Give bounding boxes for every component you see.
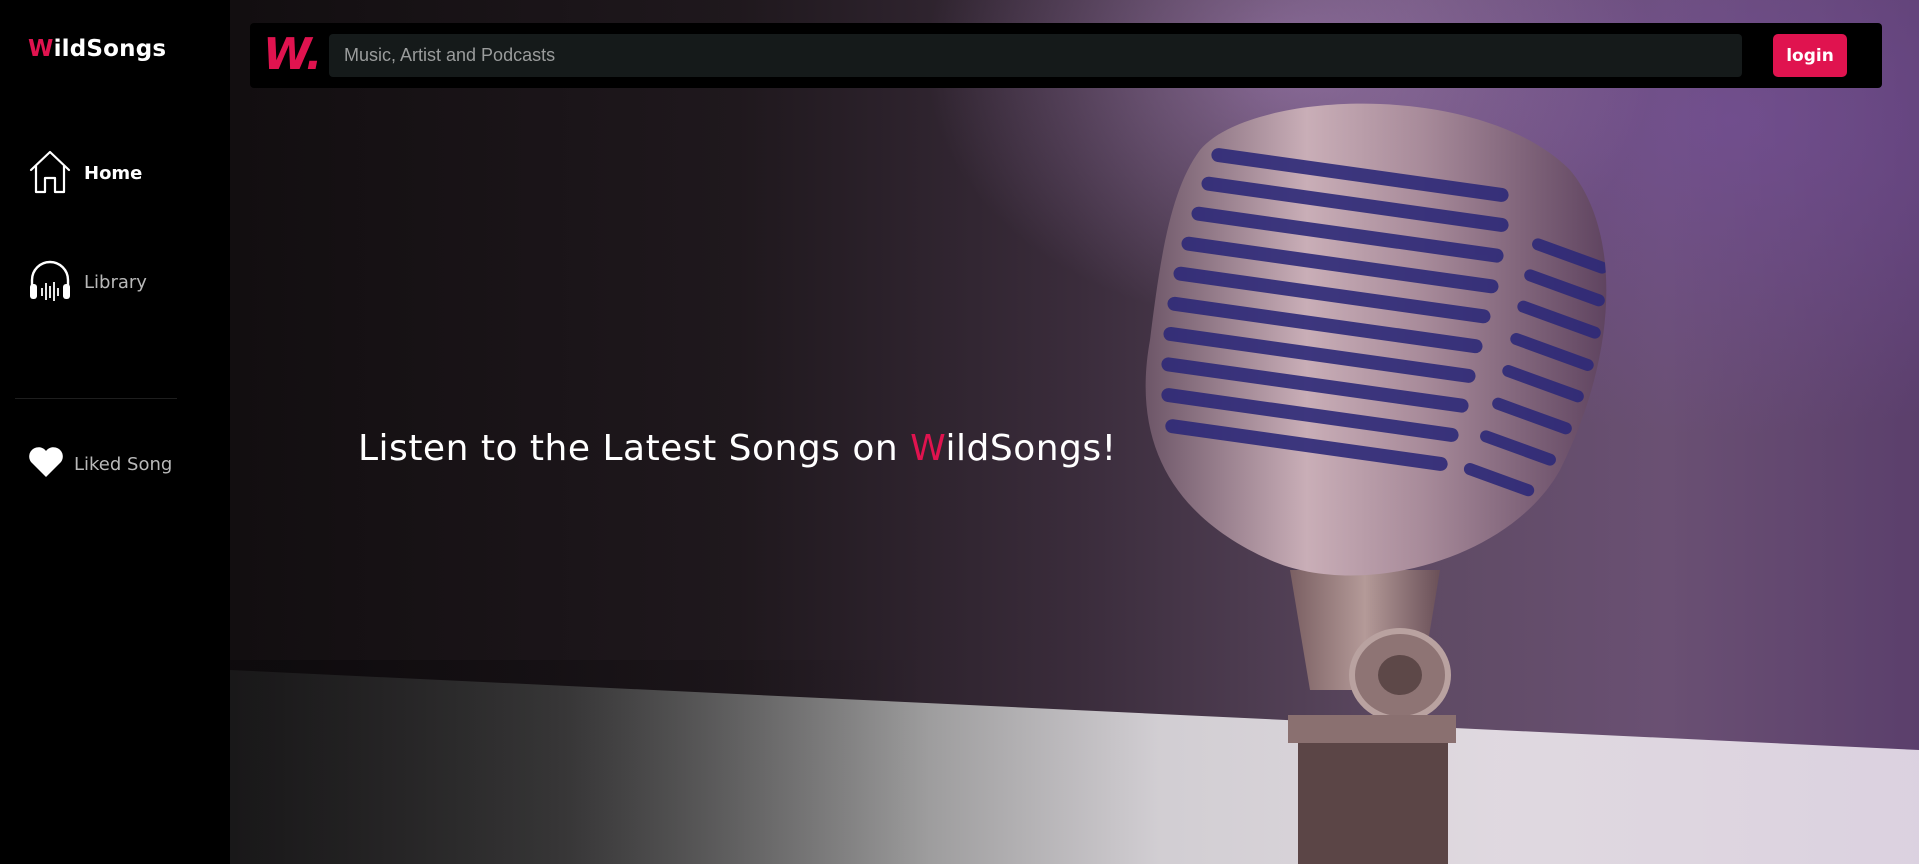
login-button[interactable]: login [1773, 34, 1847, 77]
headline-accent-letter: W [910, 428, 946, 469]
sidebar: WildSongs Home Library Liked Song [0, 0, 230, 864]
hero-section: W. login Listen to the Latest Songs on W… [230, 0, 1919, 864]
sidebar-item-home[interactable]: Home [28, 148, 142, 198]
brand-accent-letter: W [28, 36, 54, 62]
sidebar-item-label: Liked Song [74, 453, 173, 475]
brand-logo[interactable]: WildSongs [28, 36, 166, 62]
hero-headline: Listen to the Latest Songs on WildSongs! [358, 428, 1117, 469]
sidebar-divider [15, 398, 177, 399]
hero-floor-shade [230, 660, 930, 864]
top-bar: W. login [250, 23, 1882, 88]
brand-name-rest: ildSongs [53, 36, 167, 62]
sidebar-item-label: Library [84, 271, 147, 293]
sidebar-item-liked-song[interactable]: Liked Song [28, 446, 172, 482]
sidebar-item-label: Home [84, 162, 143, 184]
app-logo-mark[interactable]: W. [263, 29, 322, 80]
headline-prefix: Listen to the Latest Songs on [358, 428, 911, 469]
heart-icon [28, 446, 64, 482]
home-icon [28, 148, 72, 198]
microphone-image [1145, 103, 1607, 864]
sidebar-item-library[interactable]: Library [28, 258, 147, 306]
app-root: WildSongs Home Library Liked Song W. Mus… [0, 0, 1919, 864]
search-input[interactable] [329, 34, 1742, 77]
headphones-icon [28, 258, 72, 306]
headline-suffix: ildSongs! [945, 428, 1117, 469]
